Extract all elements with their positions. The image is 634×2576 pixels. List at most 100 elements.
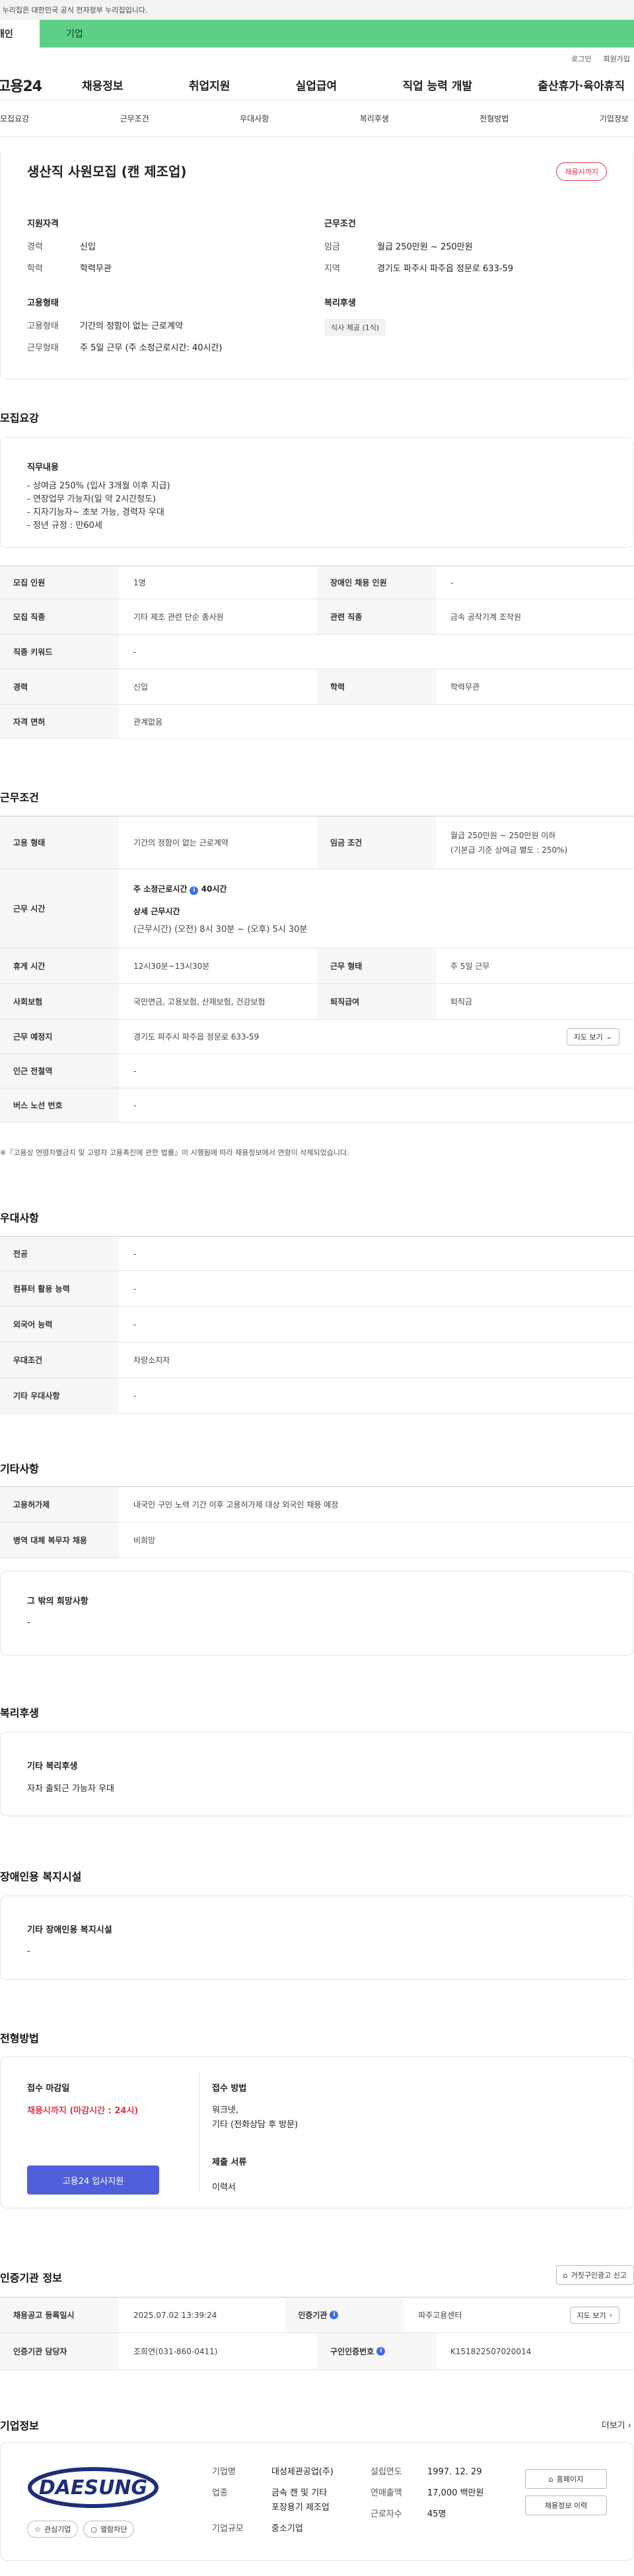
table-row: 고용 형태 기간의 정함이 없는 근로계약 임금 조건 월급 250만원 ~ 2… — [0, 816, 634, 869]
row-label: 우대조건 — [0, 1342, 119, 1377]
row-label: 고용허가제 — [0, 1487, 119, 1522]
other-card: 그 밖의 희망사항 - — [0, 1571, 634, 1655]
row-value: K151822507020014 — [450, 2346, 532, 2356]
row-value: - — [133, 1249, 137, 1259]
etc-table: 고용허가제 내국인 구인 노력 기간 이후 고용허가제 대상 외국인 채용 예정 … — [0, 1486, 634, 1558]
row-label: 근무 예정지 — [0, 1020, 119, 1053]
gnb-item[interactable]: 출산휴가·육아휴직 — [538, 77, 625, 93]
row-label: 채용공고 등록일시 — [0, 2297, 119, 2332]
login-link[interactable]: 로그인 — [571, 53, 591, 64]
qual-heading: 지원자격 — [27, 219, 59, 229]
table-row: 근무 예정지 경기도 파주시 파주읍 정문로 633-59 지도 보기 ⌄ — [0, 1020, 634, 1054]
founded-value: 1997. 12. 29 — [427, 2467, 482, 2477]
interest-button-label: 관심기업 — [44, 2525, 71, 2534]
docs-label: 제출 서류 — [212, 2158, 247, 2167]
edu-value: 학력무관 — [80, 264, 112, 274]
lnb-item[interactable]: 기업정보 — [600, 113, 629, 124]
map-button-label: 지도 보기 — [573, 1032, 603, 1041]
row-label: 기타 우대사항 — [0, 1378, 119, 1413]
row-label: 자격 면허 — [0, 705, 119, 739]
global-nav: 고용24 채용정보 취업지원 실업급여 직업 능력 개발 출산휴가·육아휴직 — [0, 70, 634, 100]
row-label: 모집 인원 — [0, 566, 119, 599]
sales-value: 17,000 백만원 — [427, 2488, 484, 2498]
home-icon: ⌂ — [563, 2270, 568, 2280]
method-value: 기타 (전화상담 후 방문) — [212, 2120, 299, 2130]
preference-table: 전공 - 컴퓨터 활용 능력 - 외국어 능력 - 우대조건 차량소지자 기타 우대사항… — [0, 1236, 634, 1414]
welfare-heading: 복리후생 — [324, 298, 356, 308]
tab-personal[interactable]: 개인 — [0, 20, 40, 48]
etc-heading: 기타사항 — [0, 1463, 39, 1475]
lnb-item[interactable]: 전형방법 — [479, 113, 509, 124]
area-label: 지역 — [324, 264, 340, 274]
signup-link[interactable]: 회원가입 — [604, 53, 630, 64]
info-icon[interactable]: i — [376, 2347, 386, 2356]
row-label: 인증기관 — [298, 2311, 328, 2320]
history-button[interactable]: 채용정보 이력 — [525, 2495, 607, 2515]
homepage-button-label: 홈페이지 — [556, 2475, 584, 2484]
worktype-label: 근무형태 — [27, 343, 59, 353]
deadline-badge: 채용시까지 — [556, 162, 607, 181]
table-row: 병역 대체 복무자 채용 비희망 — [0, 1523, 634, 1558]
row-label: 근무 시간 — [0, 869, 119, 948]
lnb-item[interactable]: 모집요강 — [0, 113, 29, 124]
row-label: 직종 키워드 — [0, 635, 119, 669]
docs-value: 이력서 — [212, 2183, 236, 2193]
table-row: 인증기관 담당자 조희연(031-860-0411) 구인인증번호 i K1518… — [0, 2333, 634, 2370]
row-value: - — [133, 1100, 137, 1110]
table-row: 자격 면허 관계없음 — [0, 705, 634, 739]
block-button[interactable]: ○ 열람차단 — [83, 2521, 135, 2538]
gnb-item[interactable]: 채용정보 — [82, 77, 123, 93]
lnb-item[interactable]: 복리후생 — [360, 113, 389, 124]
gnb-item[interactable]: 실업급여 — [296, 77, 337, 93]
wage-label: 임금 — [324, 242, 340, 252]
job-title: 생산직 사원모집 (캔 제조업) — [27, 164, 187, 180]
row-value: 관계없음 — [133, 717, 163, 727]
disability-value: - — [27, 1946, 30, 1956]
disability-card: 기타 장애인용 복지시설 - — [0, 1896, 634, 1980]
disability-label: 기타 장애인용 복지시설 — [27, 1925, 112, 1935]
welfare-card: 기타 복리후생 자차 출퇴근 가능자 우대 — [0, 1732, 634, 1816]
apply-button[interactable]: 고용24 입사지원 — [27, 2165, 159, 2195]
row-label: 인근 전철역 — [0, 1054, 119, 1088]
work-heading: 근무조건 — [0, 791, 39, 804]
report-button[interactable]: ⌂ 거짓구인광고 신고 — [555, 2265, 634, 2285]
industry-value: 금속 캔 및 기타 — [271, 2488, 328, 2498]
career-label: 경력 — [27, 242, 43, 252]
worktype-value: 주 5일 근무 (주 소정근로시간: 40시간) — [80, 343, 223, 353]
tab-business[interactable]: 기업 — [40, 20, 634, 48]
gnb-item[interactable]: 취업지원 — [189, 77, 230, 93]
gnb-item[interactable]: 직업 능력 개발 — [402, 77, 472, 93]
area-value: 경기도 파주시 파주읍 정문로 633-59 — [377, 264, 514, 274]
company-name-value: 대성제관공업(주) — [271, 2467, 334, 2477]
row-value: - — [450, 578, 454, 587]
wage-range: 월급 250만원 ~ 250만원 이하 — [450, 830, 556, 840]
homepage-button[interactable]: ⌂ 홈페이지 — [525, 2469, 607, 2489]
section-nav: 모집요강 근무조건 우대사항 복리후생 전형방법 기업정보 — [0, 100, 634, 137]
deadline-value: 채용시까지 (마감시간 : 24시) — [27, 2106, 139, 2116]
info-icon[interactable]: i — [330, 2311, 339, 2319]
emptype-label: 고용형태 — [27, 321, 59, 331]
interest-button[interactable]: ☆ 관심기업 — [27, 2521, 79, 2538]
recruit-heading: 모집요강 — [0, 412, 39, 424]
cert-map-button[interactable]: 지도 보기 › — [569, 2306, 620, 2324]
founded-label: 설립연도 — [370, 2467, 402, 2477]
table-row: 모집 직종 기타 제조 관련 단순 종사원 관련 직종 금속 공작기계 조작원 — [0, 599, 634, 635]
row-value: 1명 — [133, 578, 146, 587]
map-button[interactable]: 지도 보기 ⌄ — [566, 1028, 619, 1045]
lnb-item[interactable]: 근무조건 — [120, 113, 149, 124]
more-link-label: 더보기 — [601, 2421, 625, 2431]
row-value: 국민연금, 고용보험, 산재보험, 건강보험 — [133, 997, 265, 1007]
row-label: 인증기관 담당자 — [0, 2333, 119, 2369]
row-value: 조희연(031-860-0411) — [133, 2347, 218, 2356]
staff-value: 45명 — [427, 2509, 446, 2519]
lnb-item[interactable]: 우대사항 — [240, 113, 269, 124]
industry-value: 포장용기 제조업 — [271, 2503, 330, 2513]
sales-label: 연매출액 — [370, 2488, 402, 2498]
table-row: 컴퓨터 활용 능력 - — [0, 1271, 634, 1307]
site-logo[interactable]: 고용24 — [0, 75, 82, 96]
duty-card: 직무내용 - 상여금 250% (입사 3개월 이후 지급) - 연장업무 가능… — [0, 437, 634, 548]
info-icon[interactable]: i — [190, 886, 199, 895]
more-link[interactable]: 더보기 › — [602, 2418, 631, 2431]
welfare-section-heading: 복리후생 — [0, 1707, 39, 1719]
cond-heading: 근무조건 — [324, 219, 356, 229]
